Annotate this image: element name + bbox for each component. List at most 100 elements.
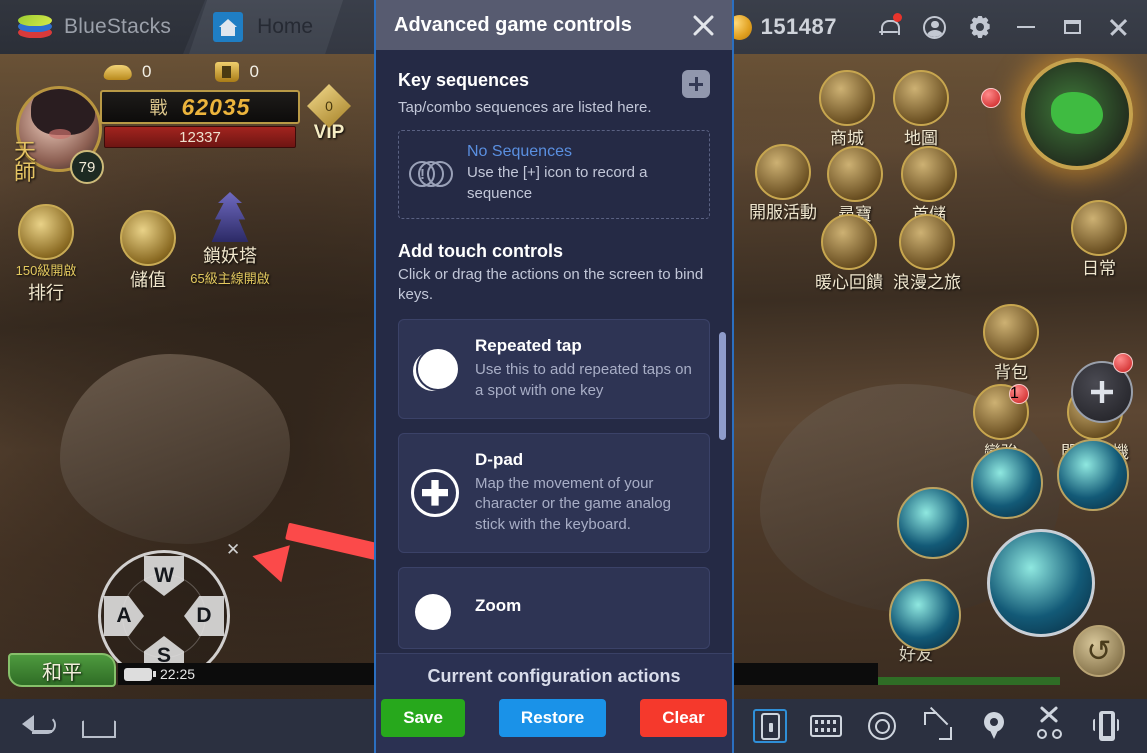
resource-value: 0: [249, 62, 259, 81]
game-button-ranking[interactable]: 150級開啟 排行: [8, 204, 84, 305]
control-item-zoom[interactable]: Zoom: [398, 566, 710, 649]
control-title: Repeated tap: [475, 336, 582, 356]
game-button-label: 日常: [1082, 259, 1116, 278]
resource-item[interactable]: 0: [215, 62, 259, 82]
game-button-backpack[interactable]: 背包: [983, 304, 1039, 383]
treasure-icon: [827, 146, 883, 202]
game-button-event[interactable]: 開服活動: [749, 144, 817, 223]
joystick-badge: [1113, 353, 1133, 373]
dpad-icon: [1091, 381, 1113, 403]
dpad-close-icon[interactable]: ✕: [226, 540, 240, 560]
game-button-warm-feedback[interactable]: 暖心回饋: [815, 214, 883, 293]
control-item-repeated-tap[interactable]: Repeated tap Use this to add repeated ta…: [398, 319, 710, 419]
coin-value: 151487: [760, 14, 837, 39]
keyboard-icon: [810, 715, 842, 737]
skill-button[interactable]: [1057, 439, 1129, 511]
account-button[interactable]: [911, 0, 957, 54]
sequence-circles-icon: !: [409, 160, 455, 187]
chat-channel-tag[interactable]: 和平: [8, 653, 116, 687]
brand-label: BlueStacks: [64, 15, 172, 38]
control-title: Zoom: [475, 595, 522, 615]
minimize-button[interactable]: [1003, 0, 1049, 54]
panel-title: Advanced game controls: [394, 13, 632, 36]
notification-badge: [893, 13, 902, 22]
bluestacks-brand: BlueStacks: [0, 0, 205, 54]
skill-button[interactable]: [889, 579, 961, 651]
touch-controls-section: Add touch controls Click or drag the act…: [398, 241, 710, 649]
game-button-label: 排行: [28, 283, 64, 303]
repeated-tap-icon: [411, 345, 460, 393]
resource-row: 0 0: [8, 62, 368, 82]
home-button[interactable]: [82, 709, 116, 743]
minimap[interactable]: [1021, 58, 1133, 170]
back-icon: [22, 714, 56, 738]
screenshot-cut-button[interactable]: [1033, 706, 1067, 743]
avatar-icon: [922, 15, 946, 39]
romance-trip-icon: [899, 214, 955, 270]
battle-power-value: 62035: [181, 93, 251, 120]
restore-button[interactable]: Restore: [498, 699, 607, 737]
touch-controls-subtitle: Click or drag the actions on the screen …: [398, 265, 704, 303]
battle-power-bar: 戰 62035: [100, 90, 300, 124]
refresh-button[interactable]: ↺: [1073, 625, 1125, 677]
panel-scrollbar[interactable]: [719, 332, 726, 440]
zoom-icon: [411, 584, 459, 632]
close-window-button[interactable]: [1095, 0, 1141, 54]
close-icon[interactable]: [688, 10, 718, 40]
settings-button[interactable]: [957, 0, 1003, 54]
bluestacks-logo-icon: [18, 14, 52, 40]
game-button-label: 背包: [994, 363, 1028, 382]
skill-button[interactable]: [897, 487, 969, 559]
game-button-shop[interactable]: 商城: [819, 70, 875, 149]
tower-icon: [211, 192, 249, 242]
no-sequences-box: ! No Sequences Use the [+] icon to recor…: [398, 130, 710, 219]
control-item-dpad[interactable]: D-pad Map the movement of your character…: [398, 432, 710, 553]
notifications-button[interactable]: [865, 0, 911, 54]
dpad-icon: [411, 468, 459, 517]
bluestacks-tools: [753, 706, 1147, 743]
shake-button[interactable]: [1089, 709, 1123, 743]
battle-power-label: 戰: [149, 98, 168, 118]
location-button[interactable]: [977, 709, 1011, 743]
tab-home[interactable]: Home: [189, 0, 343, 54]
maximize-icon: [1063, 20, 1081, 34]
ranking-icon: [18, 204, 74, 260]
key-sequences-header: Key sequences: [398, 70, 710, 98]
hp-bar: 12337: [104, 126, 296, 148]
game-button-romance-trip[interactable]: 浪漫之旅: [893, 214, 961, 293]
fullscreen-button[interactable]: [921, 706, 955, 743]
skill-button[interactable]: [971, 447, 1043, 519]
game-button-map[interactable]: 地圖: [893, 70, 949, 149]
clear-button[interactable]: Clear: [640, 699, 727, 737]
vip-badge[interactable]: 0 VIP: [298, 84, 360, 148]
arrow-head: [248, 537, 290, 583]
chat-channel-label: 和平: [42, 661, 82, 684]
player-level: 79: [70, 150, 104, 184]
shop-icon: [819, 70, 875, 126]
back-button[interactable]: [22, 709, 56, 743]
save-button[interactable]: Save: [381, 699, 465, 737]
game-button-tower[interactable]: 鎖妖塔 65級主線開啟: [160, 192, 300, 287]
close-icon: [1108, 17, 1128, 37]
maximize-button[interactable]: [1049, 0, 1095, 54]
skill-button-primary[interactable]: [987, 529, 1095, 637]
map-icon: [893, 70, 949, 126]
tablet-lock-button[interactable]: [753, 709, 787, 743]
app-root: BlueStacks Home 151487 0 0 天師 79 戰 62035…: [0, 0, 1147, 753]
eye-button[interactable]: [865, 709, 899, 743]
panel-header: Advanced game controls: [376, 0, 732, 50]
player-class: 天師: [14, 139, 37, 185]
keyboard-controls-button[interactable]: [809, 709, 843, 743]
scissors-icon: [1036, 706, 1064, 740]
touch-controls-title: Add touch controls: [398, 240, 563, 261]
game-button-label: 鎖妖塔: [203, 246, 257, 266]
game-button-daily[interactable]: 日常: [1071, 200, 1127, 279]
topbar-right-actions: 151487: [726, 0, 1147, 54]
minimize-icon: [1017, 25, 1035, 29]
game-button-label: 浪漫之旅: [893, 273, 961, 292]
gear-icon: [969, 16, 991, 38]
resource-item[interactable]: 0: [103, 62, 151, 82]
location-pin-icon: [984, 712, 1004, 740]
scenery-rock: [60, 354, 290, 544]
add-sequence-button[interactable]: [682, 70, 710, 98]
